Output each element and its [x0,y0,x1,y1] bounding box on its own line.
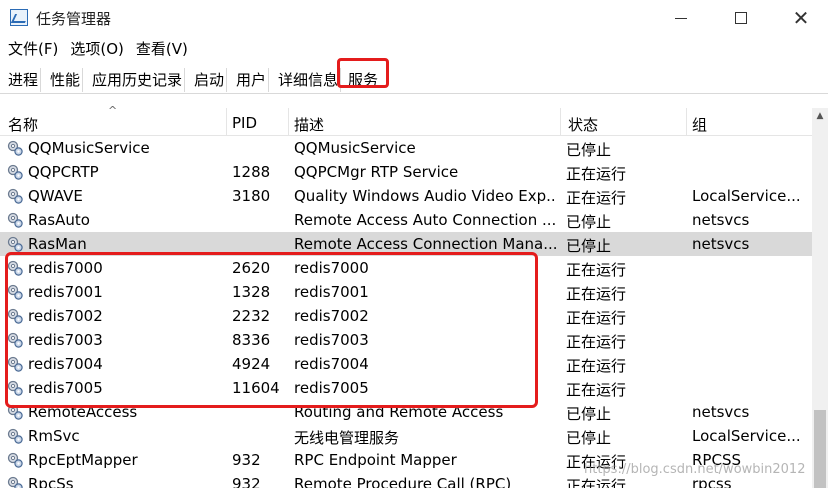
table-row[interactable]: QQMusicService QQMusicService 已停止 [0,136,812,160]
service-status: 已停止 [566,429,612,447]
service-status: 正在运行 [566,285,627,303]
maximize-button[interactable] [718,4,764,32]
title-bar: 任务管理器 ✕ [0,0,828,36]
service-status: 正在运行 [566,165,627,183]
service-description: Quality Windows Audio Video Exp... [294,187,556,205]
table-row[interactable]: RasAuto Remote Access Auto Connection ...… [0,208,812,232]
minimize-icon [675,17,687,19]
service-status: 正在运行 [566,381,627,399]
window-title: 任务管理器 [36,10,112,28]
tab-performance[interactable]: 性能 [48,68,84,92]
gear-service-icon [6,187,24,205]
service-status: 已停止 [566,141,612,159]
service-name: RpcSs [28,475,74,488]
tab-app-history[interactable]: 应用历史记录 [90,68,186,92]
service-group: netsvcs [692,211,750,229]
gear-service-icon [6,163,24,181]
services-tab-highlight [337,58,389,88]
service-name: QWAVE [28,187,83,205]
service-group: LocalService... [692,427,801,445]
service-name: RmSvc [28,427,80,445]
column-header-name[interactable]: 名称 [8,114,38,135]
table-row[interactable]: QQPCRTP 1288 QQPCMgr RTP Service 正在运行 [0,160,812,184]
gear-service-icon [6,235,24,253]
menu-bar: 文件(F) 选项(O) 查看(V) [0,38,192,60]
tab-details[interactable]: 详细信息 [276,68,342,92]
table-row[interactable]: RmSvc 无线电管理服务 已停止 LocalService... [0,424,812,448]
service-name: RpcEptMapper [28,451,138,469]
watermark: https://blog.csdn.net/wowbin2012 [584,462,806,477]
column-header-description[interactable]: 描述 [294,114,324,135]
service-description: Remote Access Connection Mana... [294,235,556,253]
service-status: 正在运行 [566,357,627,375]
service-pid: 932 [232,451,261,469]
scroll-up-arrow-icon[interactable]: ▲ [812,108,828,124]
service-description: 无线电管理服务 [294,429,400,447]
service-status: 正在运行 [566,333,627,351]
service-status: 正在运行 [566,261,627,279]
gear-service-icon [6,475,24,488]
service-name: RasMan [28,235,87,253]
column-header-pid[interactable]: PID [232,114,257,132]
task-manager-icon [10,9,28,26]
column-header-group[interactable]: 组 [692,114,707,135]
column-header-status[interactable]: 状态 [568,114,598,135]
service-group: LocalService... [692,187,801,205]
redis-rows-highlight [5,252,538,408]
service-description: RPC Endpoint Mapper [294,451,457,469]
gear-service-icon [6,211,24,229]
close-icon: ✕ [792,6,810,30]
gear-service-icon [6,451,24,469]
service-status: 已停止 [566,213,612,231]
service-status: 正在运行 [566,309,627,327]
service-status: 正在运行 [566,189,627,207]
service-description: QQMusicService [294,139,416,157]
maximize-icon [735,12,747,24]
service-name: RasAuto [28,211,90,229]
tab-bar: 进程 性能 应用历史记录 启动 用户 详细信息 服务 [0,66,828,94]
tab-startup[interactable]: 启动 [192,68,228,92]
service-group: netsvcs [692,403,750,421]
service-pid: 932 [232,475,261,488]
service-group: netsvcs [692,235,750,253]
service-description: Remote Procedure Call (RPC) [294,475,512,488]
scroll-thumb[interactable] [814,410,826,488]
tab-processes[interactable]: 进程 [6,68,42,92]
table-row[interactable]: QWAVE 3180 Quality Windows Audio Video Exp… [0,184,812,208]
service-description: Remote Access Auto Connection ... [294,211,556,229]
sort-up-icon[interactable]: ^ [108,104,117,117]
service-pid: 3180 [232,187,271,205]
menu-file[interactable]: 文件(F) [8,38,58,60]
menu-options[interactable]: 选项(O) [70,38,124,60]
gear-service-icon [6,139,24,157]
service-name: QQMusicService [28,139,150,157]
service-name: QQPCRTP [28,163,99,181]
service-status: 已停止 [566,405,612,423]
gear-service-icon [6,427,24,445]
service-description: QQPCMgr RTP Service [294,163,459,181]
close-button[interactable]: ✕ [778,4,824,32]
tab-users[interactable]: 用户 [234,68,270,92]
minimize-button[interactable] [658,4,704,32]
table-header: ^ 名称 PID 描述 状态 组 [0,104,812,136]
service-pid: 1288 [232,163,271,181]
service-status: 已停止 [566,237,612,255]
menu-view[interactable]: 查看(V) [136,38,188,60]
